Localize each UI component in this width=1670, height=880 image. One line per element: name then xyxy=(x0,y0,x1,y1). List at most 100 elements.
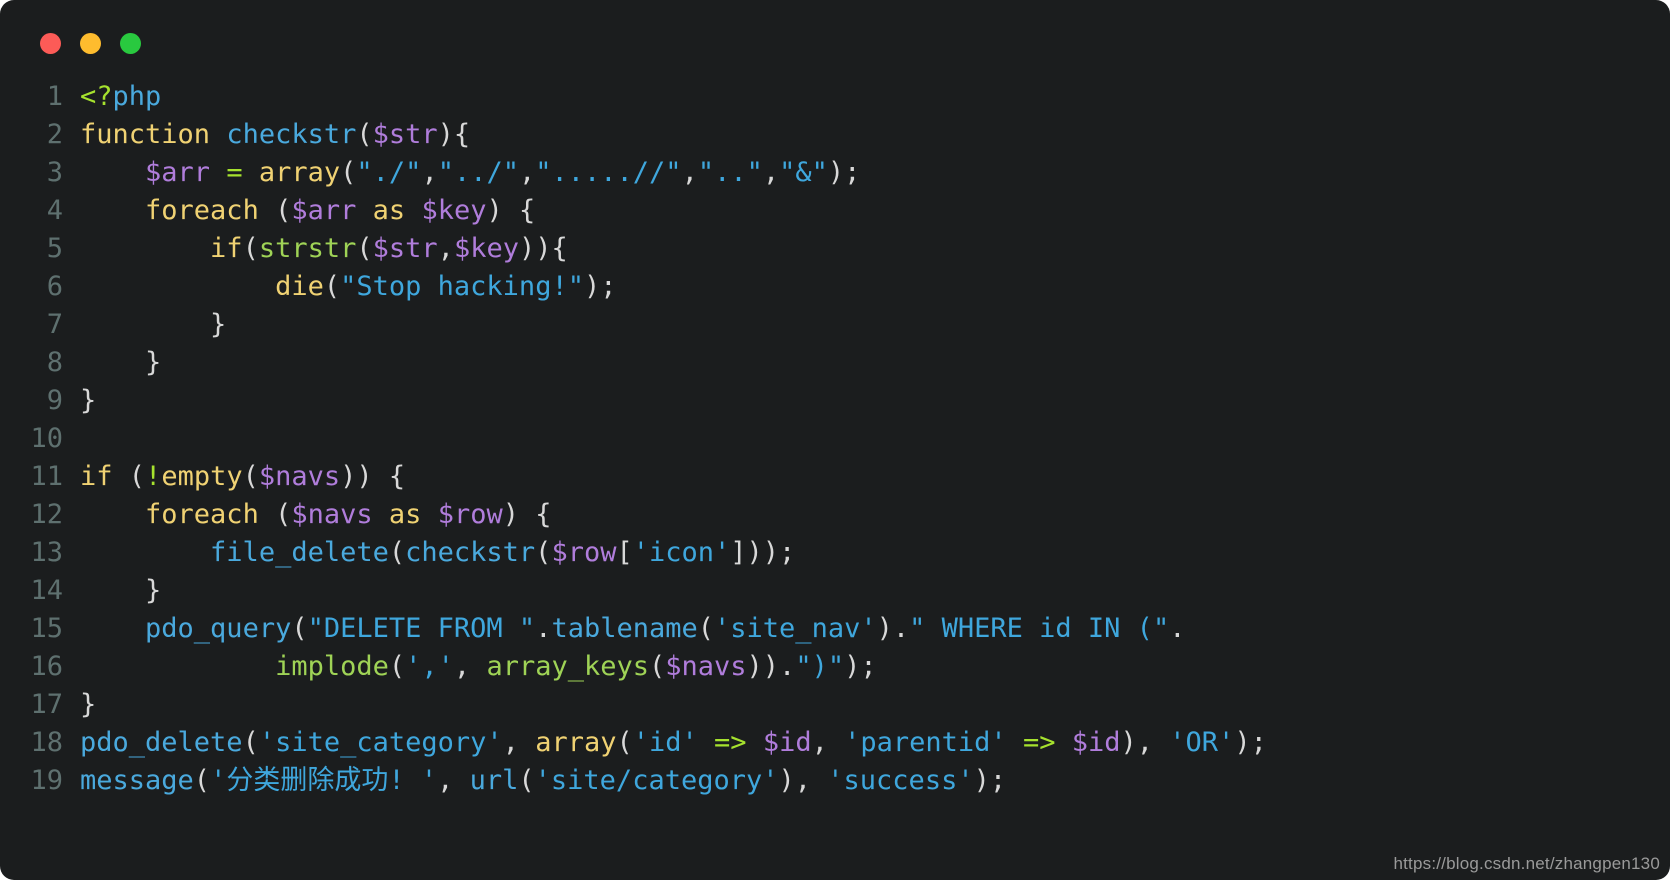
token-punct: ( xyxy=(323,271,341,302)
token-var: $navs xyxy=(291,499,373,530)
code-line[interactable]: 9} xyxy=(0,382,1670,420)
token-str: ".." xyxy=(697,157,763,188)
token-kw: as xyxy=(388,499,422,530)
code-line[interactable]: 7 } xyxy=(0,306,1670,344)
code-line[interactable]: 8 } xyxy=(0,344,1670,382)
token-punct: , xyxy=(421,157,438,188)
line-number: 6 xyxy=(46,271,63,302)
token-str: 'OR' xyxy=(1169,727,1235,758)
code-text: } xyxy=(80,344,161,382)
line-number: 8 xyxy=(46,347,63,378)
code-line[interactable]: 13 file_delete(checkstr($row['icon'])); xyxy=(0,534,1670,572)
code-line[interactable]: 10 xyxy=(0,420,1670,458)
token-fn: url xyxy=(469,765,519,796)
maximize-window-button[interactable] xyxy=(120,33,141,54)
token-punct: ). xyxy=(876,613,910,644)
token-kw: array xyxy=(258,157,341,188)
token-punct: , xyxy=(762,157,780,188)
token-kw: function xyxy=(80,119,211,150)
token-punct: , xyxy=(453,651,487,682)
code-text: function checkstr($str){ xyxy=(80,116,470,154)
token-var: $str xyxy=(372,233,438,264)
token-kw: as xyxy=(372,195,406,226)
token-str: "../" xyxy=(437,157,519,188)
token-punct: } xyxy=(210,309,227,340)
code-line[interactable]: 19 message('分类删除成功! ', url('site/category… xyxy=(0,762,1670,800)
token-punct: ), xyxy=(778,765,828,796)
token-punct: [ xyxy=(616,537,633,568)
line-number: 10 xyxy=(30,423,63,454)
token-punct: ( xyxy=(649,651,666,682)
code-line[interactable]: 14 } xyxy=(0,572,1670,610)
token-punct: ); xyxy=(1234,727,1267,758)
token-kw: die xyxy=(275,271,324,302)
token-fn: message xyxy=(80,765,194,796)
code-line[interactable]: 11 if (!empty($navs)) { xyxy=(0,458,1670,496)
token-kw: if xyxy=(210,233,243,264)
token-str: 'id' xyxy=(632,727,698,758)
token-punct: , xyxy=(518,157,536,188)
token-punct: . xyxy=(1169,613,1186,644)
token-punct: ){ xyxy=(437,119,471,150)
token-punct: } xyxy=(80,689,97,720)
code-line[interactable]: 3 $arr = array("./","../",".....//",".."… xyxy=(0,154,1670,192)
code-viewport[interactable]: 1 <?php 2 function checkstr($str){3 $arr = … xyxy=(0,78,1670,880)
token-fn: pdo_delete xyxy=(80,727,243,758)
line-number: 3 xyxy=(46,157,63,188)
token-punct: )). xyxy=(746,651,796,682)
line-number: 18 xyxy=(30,727,63,758)
code-text: message('分类删除成功! ', url('site/category')… xyxy=(80,762,1006,800)
line-number: 15 xyxy=(30,613,63,644)
token-punct: )){ xyxy=(518,233,568,264)
code-line[interactable]: 5 if(strstr($str,$key)){ xyxy=(0,230,1670,268)
line-number: 7 xyxy=(46,309,63,340)
code-line[interactable]: 4 foreach ($arr as $key) { xyxy=(0,192,1670,230)
code-text: foreach ($arr as $key) { xyxy=(80,192,535,230)
token-punct: ])); xyxy=(730,537,796,568)
token-punct: ); xyxy=(844,651,877,682)
line-number: 13 xyxy=(30,537,63,568)
code-editor-window: 1 <?php 2 function checkstr($str){3 $arr = … xyxy=(0,0,1670,880)
close-window-button[interactable] xyxy=(40,33,61,54)
line-number: 2 xyxy=(46,119,63,150)
code-line[interactable]: 2 function checkstr($str){ xyxy=(0,116,1670,154)
code-line[interactable]: 16 implode(',', array_keys($navs)).")"); xyxy=(0,648,1670,686)
token-builtin: implode xyxy=(275,651,389,682)
token-punct: ( xyxy=(128,461,146,492)
token-punct: } xyxy=(80,385,97,416)
code-line[interactable]: 6 die("Stop hacking!"); xyxy=(0,268,1670,306)
code-line[interactable]: 17} xyxy=(0,686,1670,724)
code-line[interactable]: 18 pdo_delete('site_category', array('id'… xyxy=(0,724,1670,762)
token-punct: , xyxy=(437,233,454,264)
token-var: $navs xyxy=(258,461,341,492)
token-var: $key xyxy=(453,233,519,264)
line-number: 16 xyxy=(30,651,63,682)
token-punct: ( xyxy=(193,765,211,796)
token-builtin: strstr xyxy=(258,233,357,264)
token-punct: , xyxy=(811,727,845,758)
code-line[interactable]: 15 pdo_query("DELETE FROM ".tablename('s… xyxy=(0,610,1670,648)
token-str: ")" xyxy=(795,651,845,682)
minimize-window-button[interactable] xyxy=(80,33,101,54)
code-text: $arr = array("./","../",".....//","..","… xyxy=(80,154,860,192)
token-builtin: array_keys xyxy=(486,651,649,682)
token-str: "DELETE FROM " xyxy=(307,613,536,644)
code-line[interactable]: 12 foreach ($navs as $row) { xyxy=(0,496,1670,534)
token-fn: php xyxy=(112,81,162,112)
token-punct: } xyxy=(145,347,162,378)
token-str: '分类删除成功! ' xyxy=(210,765,438,796)
token-str: 'parentid' xyxy=(844,727,1007,758)
code-line[interactable]: 1 <?php xyxy=(0,78,1670,116)
token-str: "Stop hacking!" xyxy=(340,271,584,302)
